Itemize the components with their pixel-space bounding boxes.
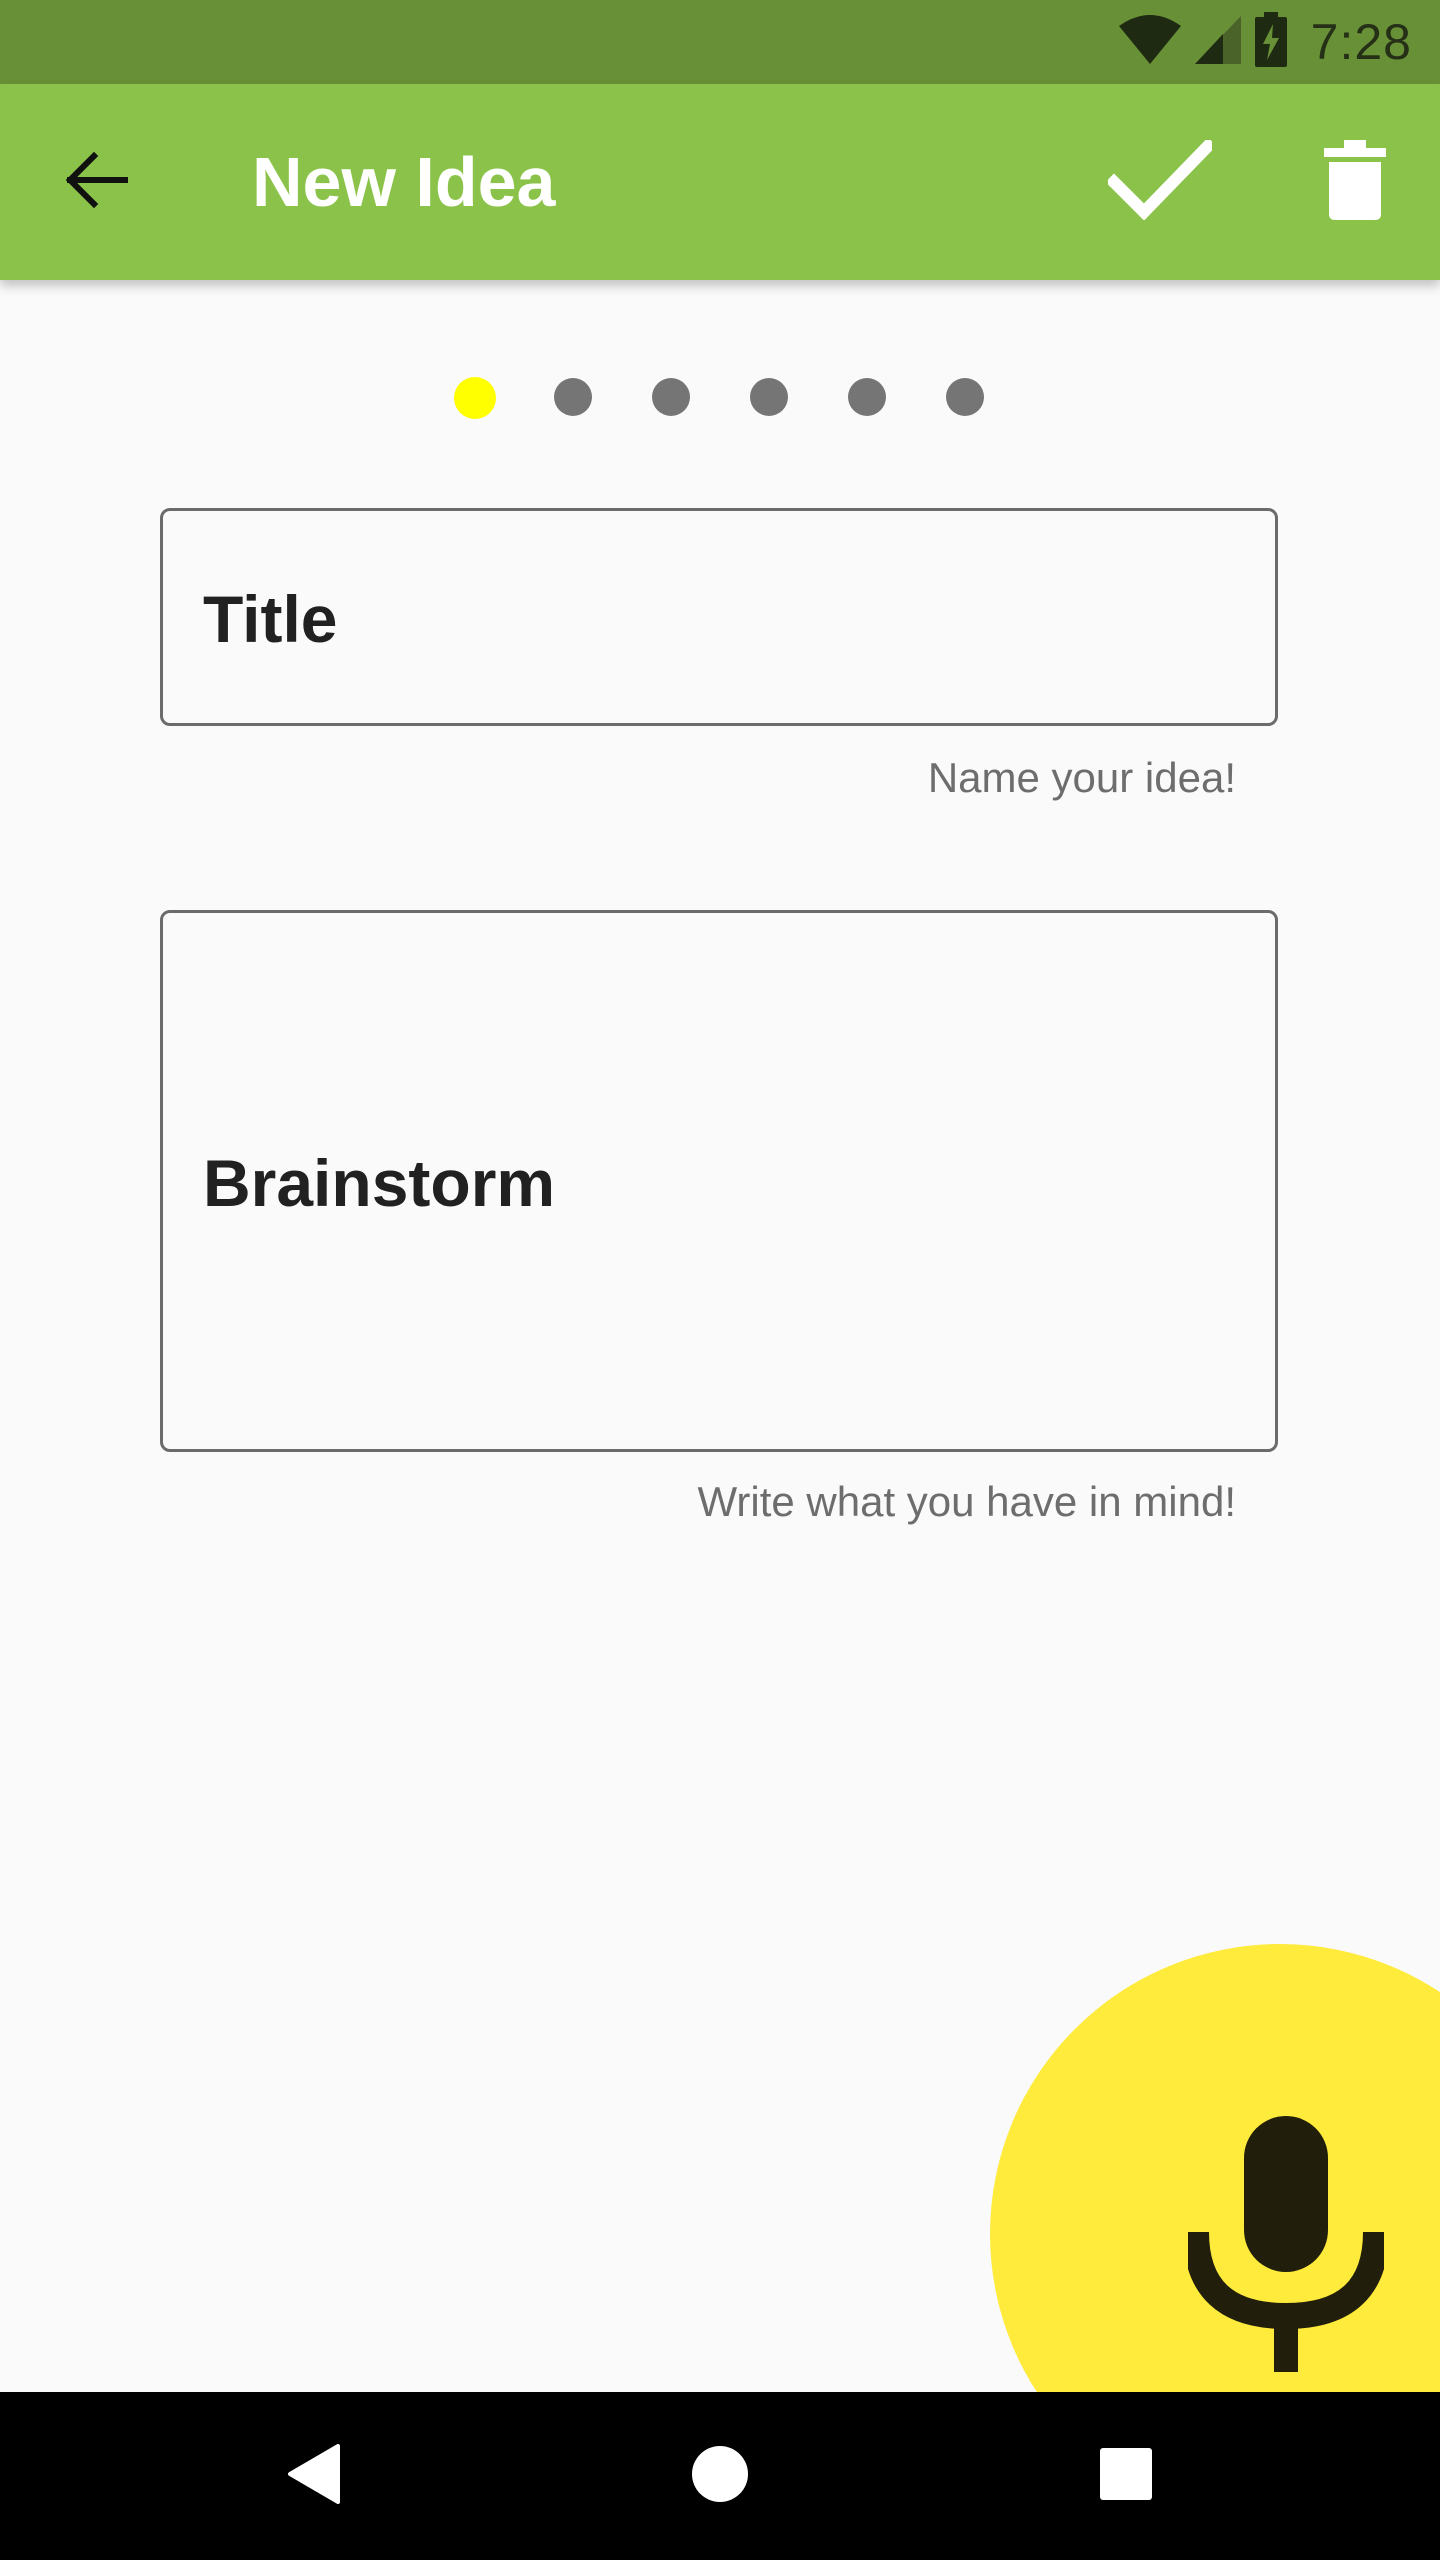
navigation-bar <box>0 2392 1440 2560</box>
app-bar: New Idea <box>0 84 1440 280</box>
page-dot-3[interactable] <box>652 378 690 416</box>
page-dot-4[interactable] <box>750 378 788 416</box>
arrow-back-icon <box>64 151 129 213</box>
brainstorm-helper-text: Write what you have in mind! <box>697 1478 1236 1525</box>
title-field-value: Title <box>203 582 338 656</box>
back-triangle-icon <box>286 2443 342 2509</box>
page-dot-5[interactable] <box>848 378 886 416</box>
page-dot-2[interactable] <box>554 378 592 416</box>
title-helper-text: Name your idea! <box>927 754 1236 801</box>
brainstorm-field[interactable]: Brainstorm <box>160 910 1278 1452</box>
save-button[interactable] <box>1100 126 1220 238</box>
home-circle-icon <box>691 2445 749 2508</box>
check-icon <box>1105 137 1217 225</box>
brainstorm-field-value: Brainstorm <box>203 1146 556 1220</box>
page-title: New Idea <box>252 143 556 221</box>
page-indicator <box>0 377 1440 420</box>
battery-charging-icon <box>1253 11 1289 73</box>
page-dot-1[interactable] <box>454 377 496 419</box>
status-bar: 7:28 <box>0 0 1440 84</box>
recents-square-icon <box>1099 2447 1153 2506</box>
title-field[interactable]: Title <box>160 508 1278 726</box>
status-icons: 7:28 <box>1117 10 1412 74</box>
status-time: 7:28 <box>1310 14 1412 70</box>
cellular-signal-icon <box>1193 14 1243 71</box>
page-dot-6[interactable] <box>946 378 984 416</box>
nav-home-button[interactable] <box>670 2426 770 2526</box>
back-button[interactable] <box>42 128 150 236</box>
delete-button[interactable] <box>1300 128 1410 236</box>
wifi-icon <box>1117 14 1183 71</box>
screen: 7:28 New Idea Title Name your idea! Brai… <box>0 0 1440 2560</box>
trash-icon <box>1324 139 1386 225</box>
nav-back-button[interactable] <box>264 2426 364 2526</box>
nav-recents-button[interactable] <box>1076 2426 1176 2526</box>
microphone-icon[interactable] <box>1183 2116 1389 2372</box>
